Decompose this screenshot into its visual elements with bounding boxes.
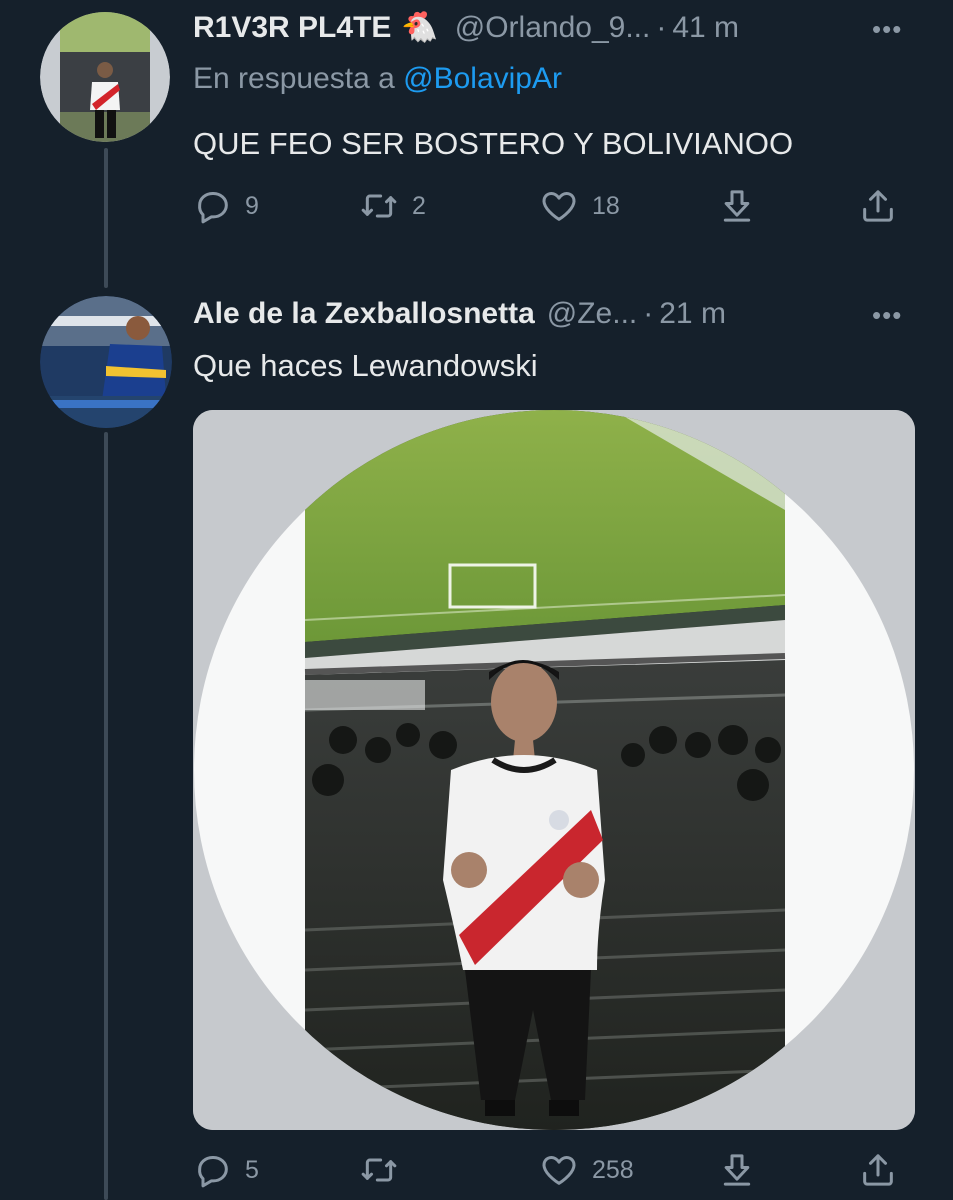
- download-icon: [723, 190, 751, 222]
- more-horizontal-icon[interactable]: •••: [872, 14, 902, 45]
- avatar[interactable]: [40, 296, 172, 428]
- retweet-count: 2: [412, 191, 426, 220]
- action-bar: 5 258: [193, 1150, 913, 1194]
- separator-dot: ·: [656, 10, 667, 44]
- reply-context: En respuesta a @BolavipAr: [193, 62, 562, 96]
- timestamp[interactable]: 41 m: [672, 11, 739, 45]
- retweet-icon: [361, 194, 397, 218]
- share-button[interactable]: [858, 186, 898, 226]
- user-handle[interactable]: @Orlando_9...: [455, 11, 651, 45]
- user-handle[interactable]: @Ze...: [547, 297, 637, 331]
- share-button[interactable]: [858, 1150, 898, 1190]
- tweet-header: Ale de la Zexballosnetta @Ze... · 21 m: [193, 297, 726, 331]
- share-icon: [863, 190, 893, 222]
- stadium-photo: [193, 410, 915, 1130]
- thread-line: [104, 148, 108, 288]
- more-horizontal-icon[interactable]: •••: [872, 300, 902, 331]
- tweet-media-image[interactable]: [193, 410, 915, 1130]
- separator-dot: ·: [643, 297, 654, 330]
- tweet-text: Que haces Lewandowski: [193, 348, 538, 383]
- tweet-header: R1V3R PL4TE 🐔 @Orlando_9... · 41 m: [193, 10, 739, 45]
- display-name[interactable]: R1V3R PL4TE: [193, 11, 391, 45]
- like-button[interactable]: 258: [538, 1150, 634, 1190]
- download-button[interactable]: [717, 186, 757, 226]
- heart-icon: [542, 1156, 576, 1185]
- reply-handle-link[interactable]: @BolavipAr: [403, 62, 562, 95]
- comment-bubble-icon: [198, 192, 228, 224]
- retweet-button[interactable]: [358, 1150, 412, 1190]
- like-button[interactable]: 18: [538, 186, 620, 226]
- download-icon: [723, 1154, 751, 1186]
- avatar[interactable]: [40, 12, 170, 142]
- reply-count: 5: [245, 1155, 259, 1184]
- retweet-button[interactable]: 2: [358, 186, 426, 226]
- share-icon: [863, 1154, 893, 1186]
- reply-button[interactable]: 9: [193, 186, 259, 226]
- action-bar: 9 2 18: [193, 186, 913, 230]
- chicken-emoji: 🐔: [401, 11, 439, 44]
- like-count: 258: [592, 1155, 634, 1184]
- reply-button[interactable]: 5: [193, 1150, 259, 1190]
- display-name[interactable]: Ale de la Zexballosnetta: [193, 297, 535, 331]
- tweet-text: QUE FEO SER BOSTERO Y BOLIVIANOO: [193, 126, 794, 161]
- heart-icon: [542, 192, 576, 221]
- timestamp[interactable]: 21 m: [659, 297, 726, 331]
- comment-bubble-icon: [198, 1156, 228, 1188]
- thread-line: [104, 432, 108, 1200]
- reply-count: 9: [245, 191, 259, 220]
- like-count: 18: [592, 191, 620, 220]
- reply-prefix: En respuesta a: [193, 62, 395, 95]
- retweet-icon: [361, 1158, 397, 1182]
- download-button[interactable]: [717, 1150, 757, 1190]
